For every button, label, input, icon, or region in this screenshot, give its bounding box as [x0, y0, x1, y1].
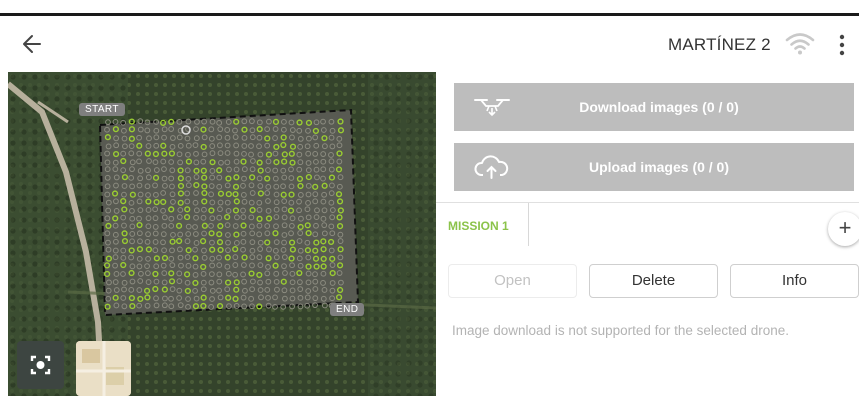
open-button[interactable]: Open: [448, 264, 577, 298]
page-title: MARTÍNEZ 2: [668, 35, 771, 54]
app-bar: MARTÍNEZ 2: [0, 16, 859, 72]
mission-panel: Download images (0 / 0) Upload images (0…: [436, 72, 859, 396]
mission-map[interactable]: START END: [8, 72, 436, 396]
start-marker: START: [79, 103, 125, 116]
more-vert-icon[interactable]: [832, 30, 852, 60]
tab-mission-1-label: MISSION 1: [448, 219, 509, 233]
recenter-icon[interactable]: [17, 341, 64, 389]
section-divider: [436, 202, 859, 203]
map-layer-thumbnail[interactable]: [76, 341, 131, 396]
upload-images-label: Upload images (0 / 0): [588, 159, 730, 175]
drone-support-note: Image download is not supported for the …: [452, 323, 789, 338]
download-images-label: Download images (0 / 0): [579, 99, 739, 115]
tab-mission-1[interactable]: MISSION 1: [448, 206, 509, 246]
delete-button[interactable]: Delete: [589, 264, 718, 298]
wifi-icon: [783, 29, 817, 59]
info-button[interactable]: Info: [730, 264, 859, 298]
upload-images-button[interactable]: Upload images (0 / 0): [454, 143, 854, 191]
tab-separator: [528, 203, 529, 246]
download-images-button[interactable]: Download images (0 / 0): [454, 83, 854, 131]
arrow-left-icon[interactable]: [18, 30, 48, 58]
add-mission-button[interactable]: +: [828, 212, 859, 246]
end-marker: END: [330, 303, 365, 316]
